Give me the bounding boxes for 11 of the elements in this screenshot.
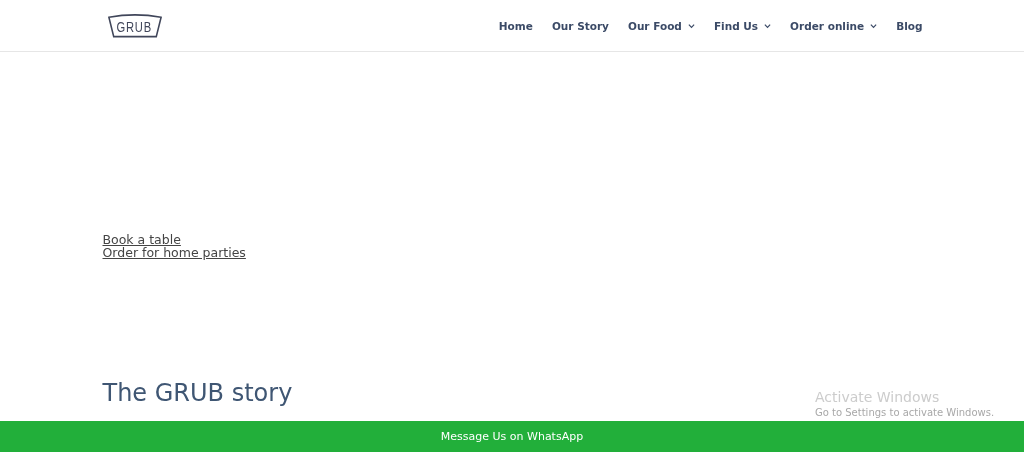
nav-link[interactable]: Order online bbox=[790, 19, 865, 32]
activation-text: Go to Settings to activate Windows. bbox=[815, 406, 995, 419]
logo[interactable]: GRUB bbox=[105, 12, 164, 39]
nav-link[interactable]: Our Food bbox=[627, 19, 682, 32]
nav-link[interactable]: Find Us bbox=[713, 19, 759, 32]
nav-link[interactable]: Our Story bbox=[551, 19, 609, 32]
text-link[interactable]: Order for home parties bbox=[102, 246, 246, 259]
text-link[interactable]: Book a table bbox=[102, 234, 181, 247]
nav-link[interactable]: Home bbox=[498, 19, 533, 32]
nav-link[interactable]: Blog bbox=[896, 19, 923, 32]
section-heading: The GRUB story bbox=[102, 379, 293, 407]
